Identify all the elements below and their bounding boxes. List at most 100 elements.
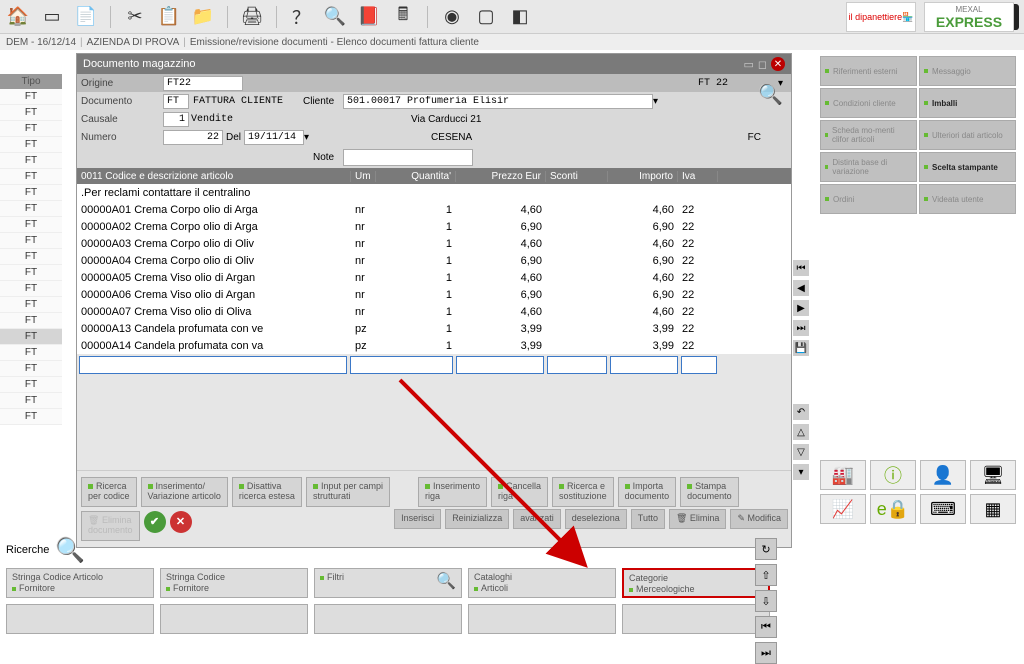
sc-categorie[interactable]: CategorieMerceologiche <box>622 568 770 598</box>
search-icon[interactable]: 🔍 <box>322 4 348 30</box>
type-row[interactable]: FT <box>0 105 62 121</box>
bi-ep-icon[interactable]: e🔒 <box>870 494 916 524</box>
ss-dn-icon[interactable]: ⇩ <box>755 590 777 612</box>
new-prz-input[interactable] <box>456 356 544 374</box>
ss-up-icon[interactable]: ⇧ <box>755 564 777 586</box>
type-row[interactable]: FT <box>0 233 62 249</box>
copy-icon[interactable]: 📋 <box>156 4 182 30</box>
grid-row[interactable]: 00000A02 Crema Corpo olio di Arganr16,90… <box>77 218 791 235</box>
btn-importa-doc[interactable]: Importadocumento <box>618 477 677 507</box>
sc-filtri[interactable]: Filtri🔍 <box>314 568 462 598</box>
ss-refresh-icon[interactable]: ↻ <box>755 538 777 560</box>
btn2-avanzati[interactable]: avanzati <box>513 509 561 529</box>
cliente-input[interactable] <box>343 94 653 109</box>
sc-empty5[interactable] <box>622 604 770 634</box>
new-imp-input[interactable] <box>610 356 678 374</box>
del-input[interactable] <box>244 130 304 145</box>
numero-input[interactable] <box>163 130 223 145</box>
sc-empty4[interactable] <box>468 604 616 634</box>
rp-distinta[interactable]: Distinta base di variazione <box>820 152 917 182</box>
bi-grid-icon[interactable]: ▦ <box>970 494 1016 524</box>
type-row[interactable]: FT <box>0 137 62 153</box>
grid-row[interactable]: 00000A13 Candela profumata con vepz13,99… <box>77 320 791 337</box>
type-row[interactable]: FT <box>0 377 62 393</box>
type-row[interactable]: FT <box>0 89 62 105</box>
type-row[interactable]: FT <box>0 265 62 281</box>
btn-ins-riga[interactable]: Inserimentoriga <box>418 477 487 507</box>
type-row[interactable]: FT <box>0 185 62 201</box>
documento-input[interactable] <box>163 94 189 109</box>
type-row[interactable]: FT <box>0 297 62 313</box>
rp-videata[interactable]: Videata utente <box>919 184 1016 214</box>
book-icon[interactable]: 📕 <box>356 4 382 30</box>
nav-last-icon[interactable]: ⏭ <box>793 320 809 336</box>
type-row[interactable]: FT <box>0 345 62 361</box>
grid-row[interactable]: 00000A04 Crema Corpo olio di Olivnr16,90… <box>77 252 791 269</box>
type-row[interactable]: FT <box>0 409 62 425</box>
nav-prev-icon[interactable]: ◀ <box>793 280 809 296</box>
type-row[interactable]: FT <box>0 201 62 217</box>
rp-imballi[interactable]: Imballi <box>919 88 1016 118</box>
type-row[interactable]: FT <box>0 329 62 345</box>
type-row[interactable]: FT <box>0 281 62 297</box>
new-iva-input[interactable] <box>681 356 717 374</box>
bi-user-icon[interactable]: 👤 <box>920 460 966 490</box>
print-icon[interactable]: 🖨 <box>239 4 265 30</box>
dialog-close-icon[interactable]: ✕ <box>771 57 785 71</box>
causale-input[interactable] <box>163 112 189 127</box>
record-icon[interactable]: ◉ <box>439 4 465 30</box>
btn-inserimento-var[interactable]: Inserimento/Variazione articolo <box>141 477 228 507</box>
grid-row[interactable]: 00000A05 Crema Viso olio di Argannr14,60… <box>77 269 791 286</box>
rp-condizioni[interactable]: Condizioni cliente <box>820 88 917 118</box>
nav-save-icon[interactable]: 💾 <box>793 340 809 356</box>
sc-empty3[interactable] <box>314 604 462 634</box>
folder-icon[interactable]: 📁 <box>190 4 216 30</box>
btn-ricerca-sost[interactable]: Ricerca esostituzione <box>552 477 614 507</box>
ss-last-icon[interactable]: ⏭ <box>755 642 777 664</box>
dialog-max-icon[interactable]: ◻ <box>758 58 767 71</box>
search-mag-icon[interactable]: 🔍 <box>55 536 85 565</box>
ss-first-icon[interactable]: ⏮ <box>755 616 777 638</box>
btn2-elimina[interactable]: 🗑 Elimina <box>669 509 726 529</box>
screen-icon[interactable]: ▢ <box>473 4 499 30</box>
btn-stampa-doc[interactable]: Stampadocumento <box>680 477 739 507</box>
cut-icon[interactable]: ✂ <box>122 4 148 30</box>
rp-scheda[interactable]: Scheda mo-menti clifor articoli <box>820 120 917 150</box>
nav-dn-icon[interactable]: ▽ <box>793 444 809 460</box>
type-row[interactable]: FT <box>0 393 62 409</box>
btn2-reinit[interactable]: Reinizializza <box>445 509 509 529</box>
btn2-deseleziona[interactable]: deseleziona <box>565 509 627 529</box>
bi-info-icon[interactable]: ⓘ <box>870 460 916 490</box>
sc-stringa-cod[interactable]: Stringa CodiceFornitore <box>160 568 308 598</box>
type-row[interactable]: FT <box>0 169 62 185</box>
rp-ulteriori[interactable]: Ulteriori dati articolo <box>919 120 1016 150</box>
note-input[interactable] <box>343 149 473 166</box>
grid-row[interactable]: 00000A06 Crema Viso olio di Argannr16,90… <box>77 286 791 303</box>
panel-icon[interactable]: ◧ <box>507 4 533 30</box>
rp-riferimenti[interactable]: Riferimenti esterni <box>820 56 917 86</box>
window-icon[interactable]: ▭ <box>39 4 65 30</box>
rp-ordini[interactable]: Ordini <box>820 184 917 214</box>
new-sc-input[interactable] <box>547 356 607 374</box>
home-icon[interactable]: 🏠 <box>5 4 31 30</box>
nav-up-icon[interactable]: △ <box>793 424 809 440</box>
magnifier-icon[interactable]: 🔍 <box>758 82 783 107</box>
sc-cataloghi[interactable]: CataloghiArticoli <box>468 568 616 598</box>
sc-empty2[interactable] <box>160 604 308 634</box>
type-row[interactable]: FT <box>0 121 62 137</box>
doc-out-icon[interactable]: 📄 <box>73 4 99 30</box>
grid-row[interactable]: 00000A01 Crema Corpo olio di Arganr14,60… <box>77 201 791 218</box>
btn-disattiva-ricerca[interactable]: Disattivaricerca estesa <box>232 477 302 507</box>
rp-stampante[interactable]: Scelta stampante <box>919 152 1016 182</box>
help-icon[interactable]: ？ <box>288 4 314 30</box>
btn-ricerca-codice[interactable]: Ricercaper codice <box>81 477 137 507</box>
calc-icon[interactable]: 🖩 <box>390 4 416 30</box>
bi-factory-icon[interactable]: 🏭 <box>820 460 866 490</box>
sc-empty1[interactable] <box>6 604 154 634</box>
grid-row[interactable]: 00000A14 Candela profumata con vapz13,99… <box>77 337 791 354</box>
bi-keyboard-icon[interactable]: ⌨ <box>920 494 966 524</box>
btn2-tutto[interactable]: Tutto <box>631 509 665 529</box>
grid-row[interactable]: 00000A07 Crema Viso olio di Olivanr14,60… <box>77 303 791 320</box>
bi-monitor-icon[interactable]: 🖥 <box>970 460 1016 490</box>
dropdown-icon[interactable]: ▾ <box>653 96 658 107</box>
